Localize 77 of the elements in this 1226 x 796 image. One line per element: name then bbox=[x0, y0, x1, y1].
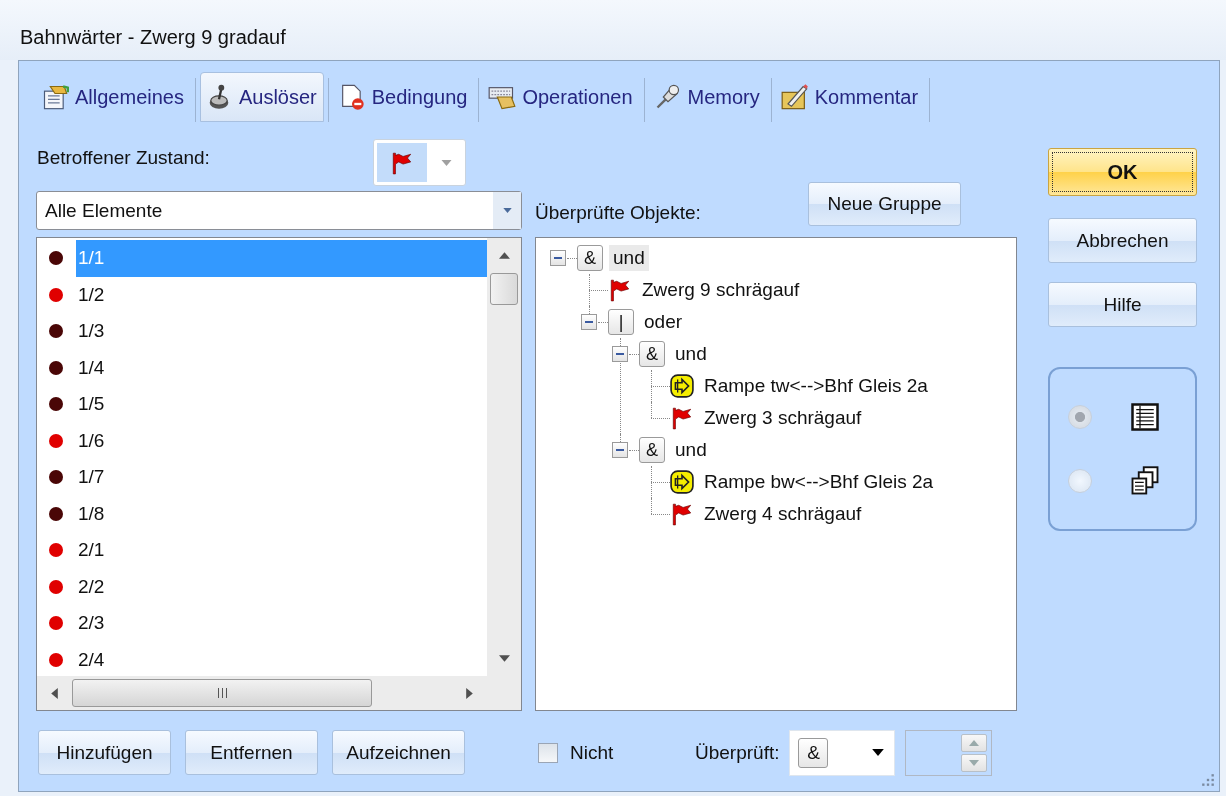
list-icon bbox=[1130, 402, 1160, 432]
tab[interactable]: Kommentar bbox=[775, 72, 926, 122]
list-item[interactable]: 1/4 bbox=[76, 349, 487, 386]
caret-down-icon bbox=[969, 759, 980, 766]
vertical-scrollbar[interactable] bbox=[487, 238, 521, 676]
checkbox[interactable] bbox=[538, 742, 558, 763]
collapse-toggle[interactable] bbox=[581, 314, 597, 330]
horizontal-scrollbar[interactable] bbox=[37, 676, 487, 710]
form-icon bbox=[41, 83, 69, 111]
tree-item-label[interactable]: Rampe tw<-->Bhf Gleis 2a bbox=[700, 373, 932, 399]
list-item[interactable]: 2/2 bbox=[76, 568, 487, 605]
caret-icon bbox=[502, 208, 512, 213]
note-pencil-icon bbox=[780, 83, 809, 111]
list-item[interactable]: 2/1 bbox=[76, 532, 487, 569]
resize-grip-icon[interactable] bbox=[1201, 773, 1215, 787]
state-label: Betroffener Zustand: bbox=[36, 146, 211, 169]
tab[interactable]: Allgemeines bbox=[36, 72, 191, 122]
window-title: Bahnwärter - Zwerg 9 gradauf bbox=[20, 25, 286, 49]
caret-icon bbox=[872, 749, 885, 756]
list-item[interactable]: 1/8 bbox=[76, 495, 487, 532]
list-item[interactable]: 1/2 bbox=[76, 276, 487, 313]
tab[interactable]: Bedingung bbox=[332, 72, 475, 122]
operator-dropdown[interactable]: & bbox=[789, 729, 896, 776]
new-group-button[interactable]: Neue Gruppe bbox=[808, 182, 961, 226]
dialog-button[interactable]: OK bbox=[1048, 148, 1197, 196]
spin-down-button[interactable] bbox=[961, 753, 988, 772]
flag-icon bbox=[390, 150, 414, 175]
operator-symbol: & bbox=[639, 341, 665, 367]
scroll-left-icon[interactable] bbox=[51, 687, 58, 699]
stacked-pages-icon bbox=[1130, 466, 1160, 496]
caret-up-icon bbox=[969, 739, 980, 746]
arrow-sign-icon bbox=[670, 470, 694, 494]
checked-objects-label: Überprüfte Objekte: bbox=[535, 202, 701, 224]
tree-item-label[interactable]: Rampe bw<-->Bhf Gleis 2a bbox=[700, 469, 938, 495]
scroll-right-icon[interactable] bbox=[466, 687, 473, 699]
operator-symbol: & bbox=[577, 245, 603, 271]
action-button[interactable]: Aufzeichnen bbox=[332, 730, 465, 775]
tree-item-label[interactable]: und bbox=[671, 437, 711, 463]
tree-item-label[interactable]: Zwerg 3 schrägauf bbox=[700, 405, 866, 431]
tree-item-label[interactable]: und bbox=[609, 245, 649, 271]
operator-symbol: | bbox=[608, 309, 634, 335]
scroll-down-icon[interactable] bbox=[498, 655, 510, 662]
filter-dropdown[interactable]: Alle Elemente bbox=[36, 191, 522, 230]
state-dropdown[interactable] bbox=[373, 139, 466, 186]
tree-item-label[interactable]: oder bbox=[640, 309, 687, 335]
list-item[interactable]: 2/3 bbox=[76, 605, 487, 642]
checked-mode-label: Überprüft: bbox=[695, 741, 780, 764]
list-item[interactable]: 1/6 bbox=[76, 422, 487, 459]
spin-up-button[interactable] bbox=[961, 733, 988, 752]
checkbox-label: Nicht bbox=[570, 741, 615, 764]
action-button[interactable]: Entfernen bbox=[185, 730, 318, 775]
number-spinner[interactable] bbox=[905, 729, 993, 776]
collapse-toggle[interactable] bbox=[612, 346, 628, 362]
tab[interactable]: Operationen bbox=[483, 72, 640, 122]
flag-icon bbox=[670, 502, 694, 526]
list-item[interactable]: 1/7 bbox=[76, 459, 487, 496]
tab[interactable]: Auslöser bbox=[199, 72, 324, 122]
scroll-up-icon[interactable] bbox=[498, 252, 510, 259]
operator-symbol: & bbox=[639, 437, 665, 463]
dialog-button[interactable]: Hilfe bbox=[1048, 282, 1197, 327]
scroll-thumb[interactable] bbox=[72, 679, 372, 707]
caret-icon bbox=[441, 159, 452, 166]
list-item[interactable]: 1/3 bbox=[76, 313, 487, 350]
list-item[interactable]: 2/4 bbox=[76, 641, 487, 678]
flag-icon bbox=[670, 406, 694, 430]
scroll-thumb[interactable] bbox=[490, 273, 518, 305]
list-item[interactable]: 1/5 bbox=[76, 386, 487, 423]
collapse-toggle[interactable] bbox=[550, 250, 566, 266]
flag-icon bbox=[608, 278, 632, 302]
tree-item-label[interactable]: und bbox=[671, 341, 711, 367]
tree-item-label[interactable]: Zwerg 9 schrägauf bbox=[638, 277, 804, 303]
tab[interactable]: Memory bbox=[648, 72, 767, 122]
arrow-sign-icon bbox=[670, 374, 694, 398]
collapse-toggle[interactable] bbox=[612, 442, 628, 458]
tree-item-label[interactable]: Zwerg 4 schrägauf bbox=[700, 501, 866, 527]
dialog-button[interactable]: Abbrechen bbox=[1048, 218, 1197, 263]
action-button[interactable]: Hinzufügen bbox=[38, 730, 171, 775]
